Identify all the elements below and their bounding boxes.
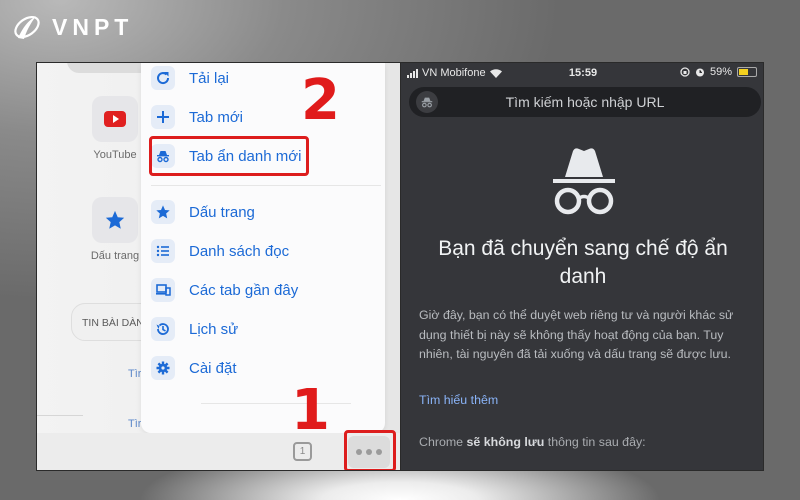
menu-label: Danh sách đọc	[189, 242, 290, 260]
incognito-title: Bạn đã chuyển sang chế độ ẩn danh	[438, 237, 728, 288]
menu-label: Cài đặt	[189, 359, 237, 377]
news-link[interactable]: Tìr	[128, 418, 141, 430]
menu-label: Lịch sử	[189, 320, 239, 338]
shortcut-label: YouTube	[93, 149, 137, 161]
highlight-incognito-item	[149, 136, 309, 176]
incognito-description: Giờ đây, bạn có thể duyệt web riêng tư v…	[419, 308, 734, 361]
alarm-icon	[695, 68, 704, 77]
status-bar: VN Mobifone 15:59 59%	[401, 63, 763, 83]
highlight-more-button	[344, 430, 396, 470]
orientation-lock-icon	[680, 67, 690, 77]
not-saved-prefix: Chrome	[419, 435, 467, 449]
menu-item-reading-list[interactable]: Danh sách đọc	[151, 236, 289, 266]
incognito-large-icon	[553, 148, 615, 215]
menu-item-recent-tabs[interactable]: Các tab gần đây	[151, 275, 298, 305]
url-bar[interactable]: Tìm kiếm hoặc nhập URL	[409, 87, 761, 117]
menu-item-settings[interactable]: Cài đặt	[151, 353, 237, 383]
menu-item-bookmarks[interactable]: Dấu trang	[151, 197, 255, 227]
incognito-screen: VN Mobifone 15:59 59% Tìm kiếm hoặc nhập…	[400, 63, 763, 470]
menu-label: Tải lại	[189, 69, 230, 87]
star-icon	[151, 200, 175, 224]
vnpt-brand: VNPT	[12, 12, 133, 42]
divider	[37, 415, 83, 416]
learn-more-link[interactable]: Tìm hiểu thêm	[419, 393, 498, 407]
brand-name: VNPT	[52, 13, 134, 40]
youtube-icon	[104, 111, 126, 127]
not-saved-heading: Chrome sẽ không lưu thông tin sau đây:	[419, 435, 646, 449]
menu-label: Dấu trang	[189, 203, 255, 221]
menu-item-new-tab[interactable]: Tab mới	[151, 102, 243, 132]
tab-switcher-button[interactable]: 1	[293, 442, 312, 461]
menu-label: Tab mới	[189, 108, 244, 126]
not-saved-bold: sẽ không lưu	[466, 435, 545, 449]
step-number-1: 1	[291, 378, 330, 443]
shortcut-label: Dấu trang	[90, 250, 140, 262]
reload-icon	[151, 66, 175, 90]
battery-percent: 59%	[709, 66, 732, 78]
chrome-menu-screen: YouTube Dấu trang TIN BÀI DÀNH Tìr Tìr T…	[37, 63, 400, 470]
menu-divider	[151, 185, 381, 186]
overflow-menu: Tải lại Tab mới Tab ẩn danh mới Dấu tran	[141, 63, 385, 433]
step-number-2: 2	[301, 68, 340, 133]
menu-item-history[interactable]: Lịch sử	[151, 314, 238, 344]
reading-list-icon	[151, 239, 175, 263]
url-placeholder: Tìm kiếm hoặc nhập URL	[505, 94, 665, 110]
menu-item-reload[interactable]: Tải lại	[151, 63, 229, 93]
shortcut-bookmarks[interactable]: Dấu trang	[85, 197, 145, 262]
screenshot-composite: YouTube Dấu trang TIN BÀI DÀNH Tìr Tìr T…	[36, 62, 764, 471]
menu-label: Các tab gần đây	[189, 281, 299, 299]
recent-tabs-icon	[151, 278, 175, 302]
battery-icon	[737, 67, 757, 77]
not-saved-suffix: thông tin sau đây:	[544, 435, 646, 449]
plus-icon	[151, 105, 175, 129]
gear-icon	[151, 356, 175, 380]
vnpt-swoosh-icon	[14, 15, 40, 39]
history-icon	[151, 317, 175, 341]
star-icon	[105, 210, 125, 229]
news-link[interactable]: Tìr	[128, 368, 141, 380]
shortcut-youtube[interactable]: YouTube	[85, 96, 145, 161]
